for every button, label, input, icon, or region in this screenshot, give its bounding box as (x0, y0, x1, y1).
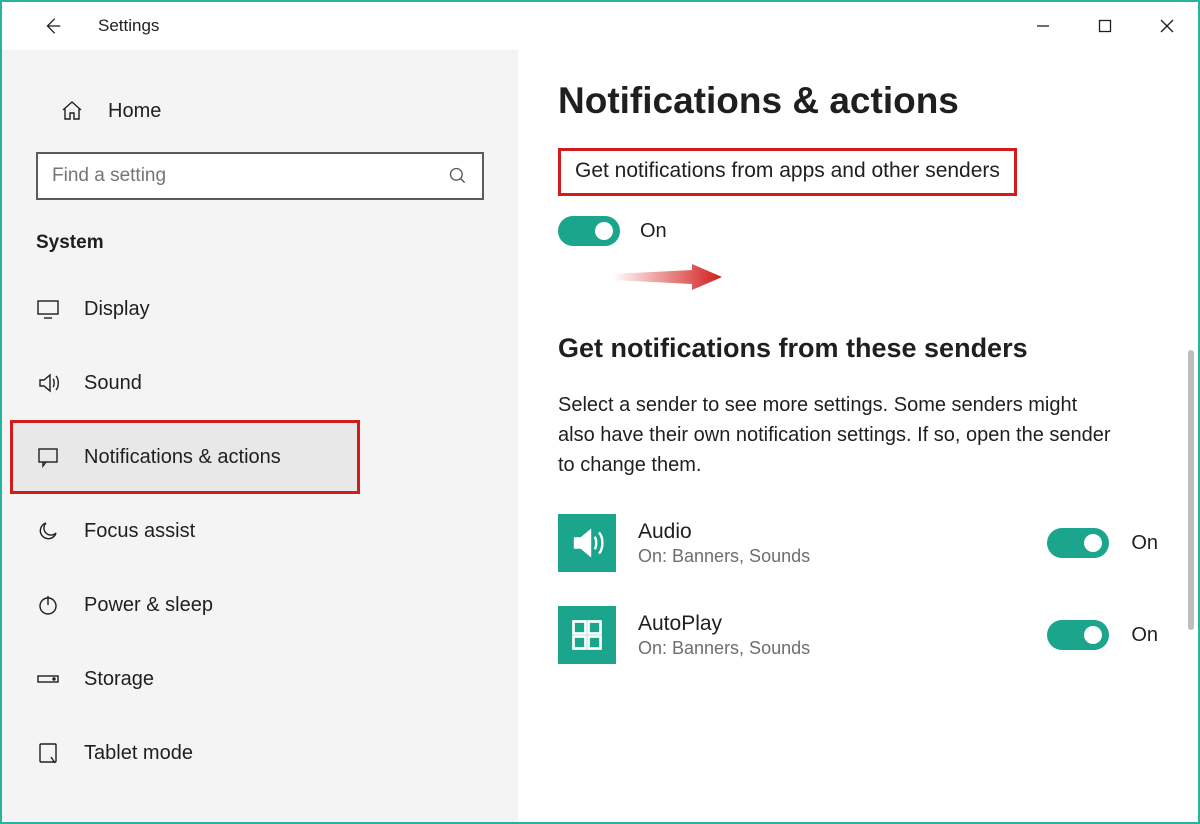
senders-description: Select a sender to see more settings. So… (558, 390, 1118, 480)
sender-toggle-audio[interactable] (1047, 528, 1109, 558)
sidebar-item-label: Sound (84, 372, 142, 395)
sidebar-item-label: Focus assist (84, 520, 195, 543)
display-icon (36, 297, 60, 321)
sidebar-item-notifications[interactable]: Notifications & actions (10, 420, 360, 494)
main-toggle-callout: Get notifications from apps and other se… (558, 148, 1017, 196)
search-box[interactable] (36, 152, 484, 200)
sidebar-home[interactable]: Home (2, 80, 518, 142)
toggle-knob (1084, 534, 1102, 552)
sidebar-item-power-sleep[interactable]: Power & sleep (2, 568, 518, 642)
sidebar-item-label: Notifications & actions (84, 446, 281, 469)
close-icon (1160, 19, 1174, 33)
minimize-button[interactable] (1012, 4, 1074, 48)
audio-icon (558, 514, 616, 572)
sidebar-item-focus-assist[interactable]: Focus assist (2, 494, 518, 568)
sidebar-item-tablet-mode[interactable]: Tablet mode (2, 716, 518, 790)
sender-toggle-state: On (1131, 624, 1158, 647)
search-icon (448, 166, 468, 186)
sender-toggle-autoplay[interactable] (1047, 620, 1109, 650)
sender-name: AutoPlay (638, 612, 1025, 636)
senders-heading: Get notifications from these senders (558, 333, 1158, 364)
search-input[interactable] (52, 165, 448, 187)
power-icon (36, 593, 60, 617)
scrollbar[interactable] (1188, 350, 1194, 630)
sidebar-item-storage[interactable]: Storage (2, 642, 518, 716)
notifications-icon (36, 445, 60, 469)
sidebar-item-label: Power & sleep (84, 594, 213, 617)
toggle-knob (1084, 626, 1102, 644)
main-toggle-state: On (640, 220, 667, 243)
sender-row-autoplay[interactable]: AutoPlay On: Banners, Sounds On (558, 606, 1158, 664)
sound-icon (36, 371, 60, 395)
tablet-icon (36, 741, 60, 765)
main-notifications-toggle[interactable] (558, 216, 620, 246)
arrow-right-icon (612, 264, 722, 290)
sidebar-item-label: Tablet mode (84, 742, 193, 765)
autoplay-icon (558, 606, 616, 664)
arrow-annotation (612, 264, 1158, 295)
main-toggle-text: Get notifications from apps and other se… (575, 159, 1000, 183)
back-button[interactable] (34, 8, 70, 44)
sidebar-home-label: Home (108, 100, 161, 123)
sender-toggle-state: On (1131, 532, 1158, 555)
maximize-icon (1098, 19, 1112, 33)
maximize-button[interactable] (1074, 4, 1136, 48)
sender-name: Audio (638, 520, 1025, 544)
home-icon (60, 99, 84, 123)
sidebar-item-label: Storage (84, 668, 154, 691)
page-title: Notifications & actions (558, 80, 1158, 122)
sender-sub: On: Banners, Sounds (638, 546, 1025, 567)
sidebar-item-sound[interactable]: Sound (2, 346, 518, 420)
content-pane: Notifications & actions Get notification… (518, 50, 1198, 822)
sidebar: Home System Display Sound Notifications … (2, 50, 518, 822)
sender-row-audio[interactable]: Audio On: Banners, Sounds On (558, 514, 1158, 572)
sidebar-category: System (36, 232, 518, 254)
storage-icon (36, 667, 60, 691)
close-button[interactable] (1136, 4, 1198, 48)
minimize-icon (1036, 19, 1050, 33)
sidebar-item-display[interactable]: Display (2, 272, 518, 346)
sidebar-item-label: Display (84, 298, 150, 321)
moon-icon (36, 519, 60, 543)
sender-sub: On: Banners, Sounds (638, 638, 1025, 659)
arrow-left-icon (41, 15, 63, 37)
toggle-knob (595, 222, 613, 240)
window-title: Settings (98, 16, 159, 36)
